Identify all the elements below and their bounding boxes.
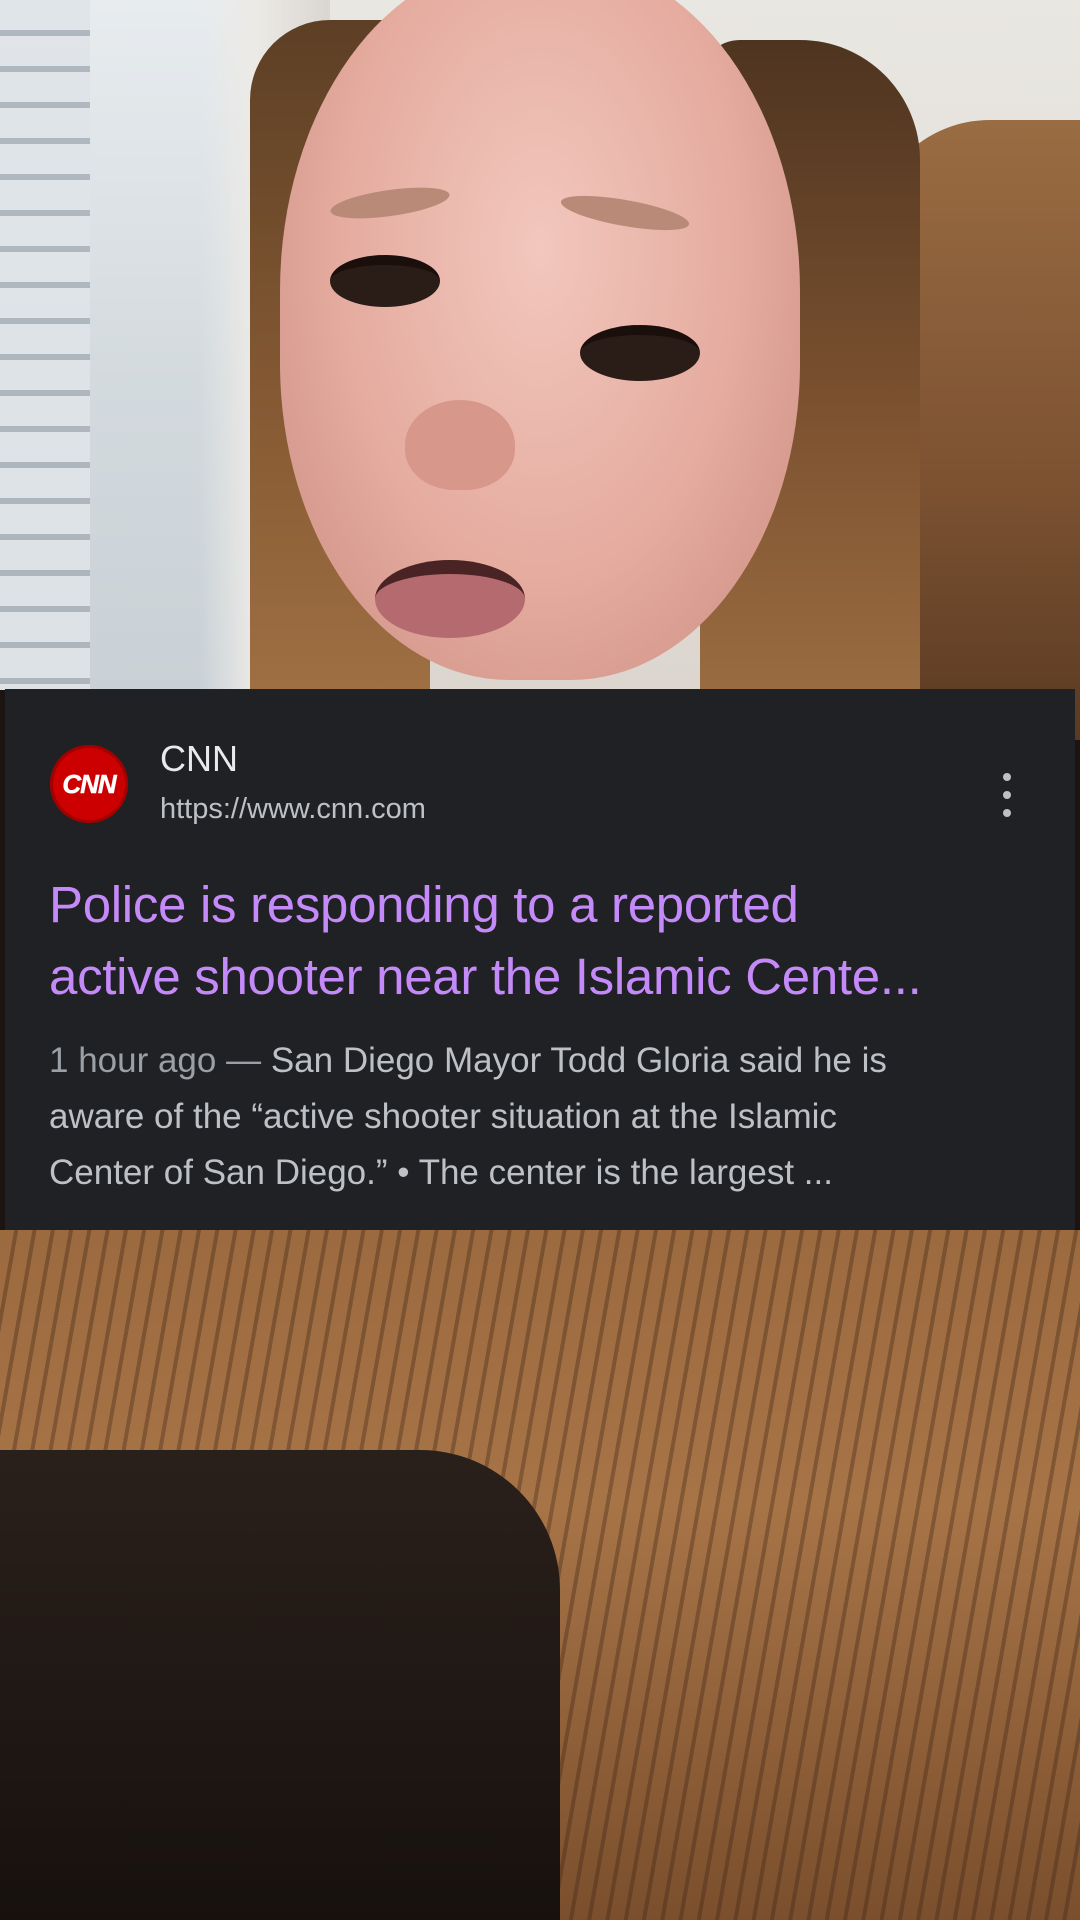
result-title-line: Police is responding to a reported xyxy=(49,876,799,933)
result-title-line: active shooter near the Islamic Cente... xyxy=(49,948,922,1005)
right-eye xyxy=(580,325,700,381)
date-separator: — xyxy=(216,1041,271,1080)
snippet-line: aware of the “active shooter situation a… xyxy=(49,1097,837,1136)
left-eye xyxy=(330,255,440,307)
more-vert-icon-dot xyxy=(1003,791,1011,799)
snippet-text: San Diego Mayor Todd Gloria said he is xyxy=(270,1041,887,1080)
result-title-link[interactable]: Police is responding to a reported activ… xyxy=(49,869,1049,1013)
search-result-card[interactable]: CNN CNN https://www.cnn.com Police is re… xyxy=(5,689,1075,1230)
result-date: 1 hour ago xyxy=(49,1041,217,1080)
nose xyxy=(405,400,515,490)
cnn-logo-icon[interactable]: CNN xyxy=(50,745,128,823)
logo-text: CNN xyxy=(62,768,117,799)
window-blinds xyxy=(0,0,90,690)
face xyxy=(280,0,800,680)
mouth xyxy=(375,560,525,638)
snippet-line: Center of San Diego.” • The center is th… xyxy=(49,1153,833,1192)
source-name[interactable]: CNN xyxy=(160,739,238,779)
shirt xyxy=(0,1450,560,1920)
result-snippet: 1 hour ago — San Diego Mayor Todd Gloria… xyxy=(49,1033,1049,1201)
more-vert-icon-dot xyxy=(1003,809,1011,817)
more-options-button[interactable] xyxy=(995,773,1019,817)
more-vert-icon xyxy=(1003,773,1011,781)
snippet-line: 1 hour ago — San Diego Mayor Todd Gloria… xyxy=(49,1033,1049,1089)
source-url[interactable]: https://www.cnn.com xyxy=(160,792,426,826)
